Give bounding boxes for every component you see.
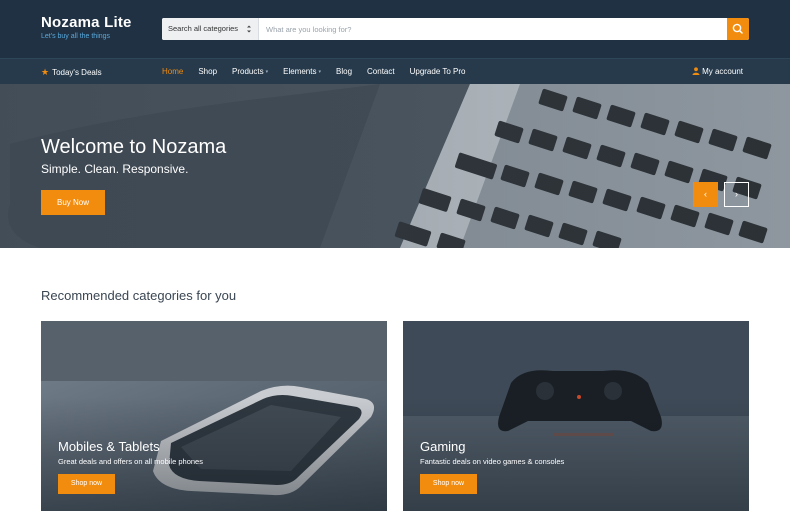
card-description: Fantastic deals on video games & console… xyxy=(420,457,565,466)
hero-title: Welcome to Nozama xyxy=(41,136,227,158)
search-input[interactable] xyxy=(260,18,726,40)
nav-item-home[interactable]: Home xyxy=(162,59,183,85)
search-category-label: Search all categories xyxy=(168,24,239,33)
shop-now-button[interactable]: Shop now xyxy=(58,474,115,494)
nav-item-elements-label: Elements xyxy=(283,67,317,77)
site-header: Nozama Lite Let's buy all the things Sea… xyxy=(0,0,790,58)
search-button[interactable] xyxy=(727,18,749,40)
card-title: Gaming xyxy=(420,439,466,454)
select-caret-icon xyxy=(246,18,252,50)
nav-item-elements[interactable]: Elements ▾ xyxy=(283,59,321,85)
chevron-down-icon: ▾ xyxy=(318,69,321,75)
category-card-gaming[interactable]: Gaming Fantastic deals on video games & … xyxy=(403,321,749,511)
slider-prev-button[interactable]: ‹ xyxy=(693,182,718,207)
card-description: Great deals and offers on all mobile pho… xyxy=(58,457,203,466)
chevron-right-icon: › xyxy=(735,189,738,199)
nav-item-upgrade[interactable]: Upgrade To Pro xyxy=(410,59,466,85)
section-title: Recommended categories for you xyxy=(41,288,237,303)
chevron-down-icon: ▾ xyxy=(265,69,269,75)
chevron-left-icon: ‹ xyxy=(704,189,707,199)
todays-deals-label: Today's Deals xyxy=(52,68,102,77)
search-category-select[interactable]: Search all categories xyxy=(162,18,259,40)
nav-item-products-label: Products xyxy=(232,67,264,77)
category-card-mobiles[interactable]: Mobiles & Tablets Great deals and offers… xyxy=(41,321,387,511)
user-icon xyxy=(692,67,700,75)
site-tagline: Let's buy all the things xyxy=(41,33,111,40)
card-title: Mobiles & Tablets xyxy=(58,439,160,454)
buy-now-button[interactable]: Buy Now xyxy=(41,190,105,215)
my-account-link[interactable]: My account xyxy=(692,59,743,85)
slider-next-button[interactable]: › xyxy=(724,182,749,207)
search-bar: Search all categories xyxy=(162,18,749,40)
site-logo-title[interactable]: Nozama Lite xyxy=(41,14,132,31)
hero-subtitle: Simple. Clean. Responsive. xyxy=(41,162,189,176)
nav-item-contact[interactable]: Contact xyxy=(367,59,395,85)
search-icon xyxy=(732,23,743,34)
shop-now-button[interactable]: Shop now xyxy=(420,474,477,494)
nav-item-shop[interactable]: Shop xyxy=(198,59,217,85)
nav-menu: Home Shop Products ▾ Elements ▾ Blog Conta… xyxy=(162,59,480,85)
star-icon: ★ xyxy=(41,67,50,77)
nav-item-blog[interactable]: Blog xyxy=(336,59,352,85)
todays-deals-link[interactable]: ★ Today's Deals xyxy=(41,59,102,85)
nav-item-products[interactable]: Products ▾ xyxy=(232,59,268,85)
my-account-label: My account xyxy=(702,67,743,76)
main-navigation: ★ Today's Deals Home Shop Products ▾ Eleme… xyxy=(0,58,790,84)
